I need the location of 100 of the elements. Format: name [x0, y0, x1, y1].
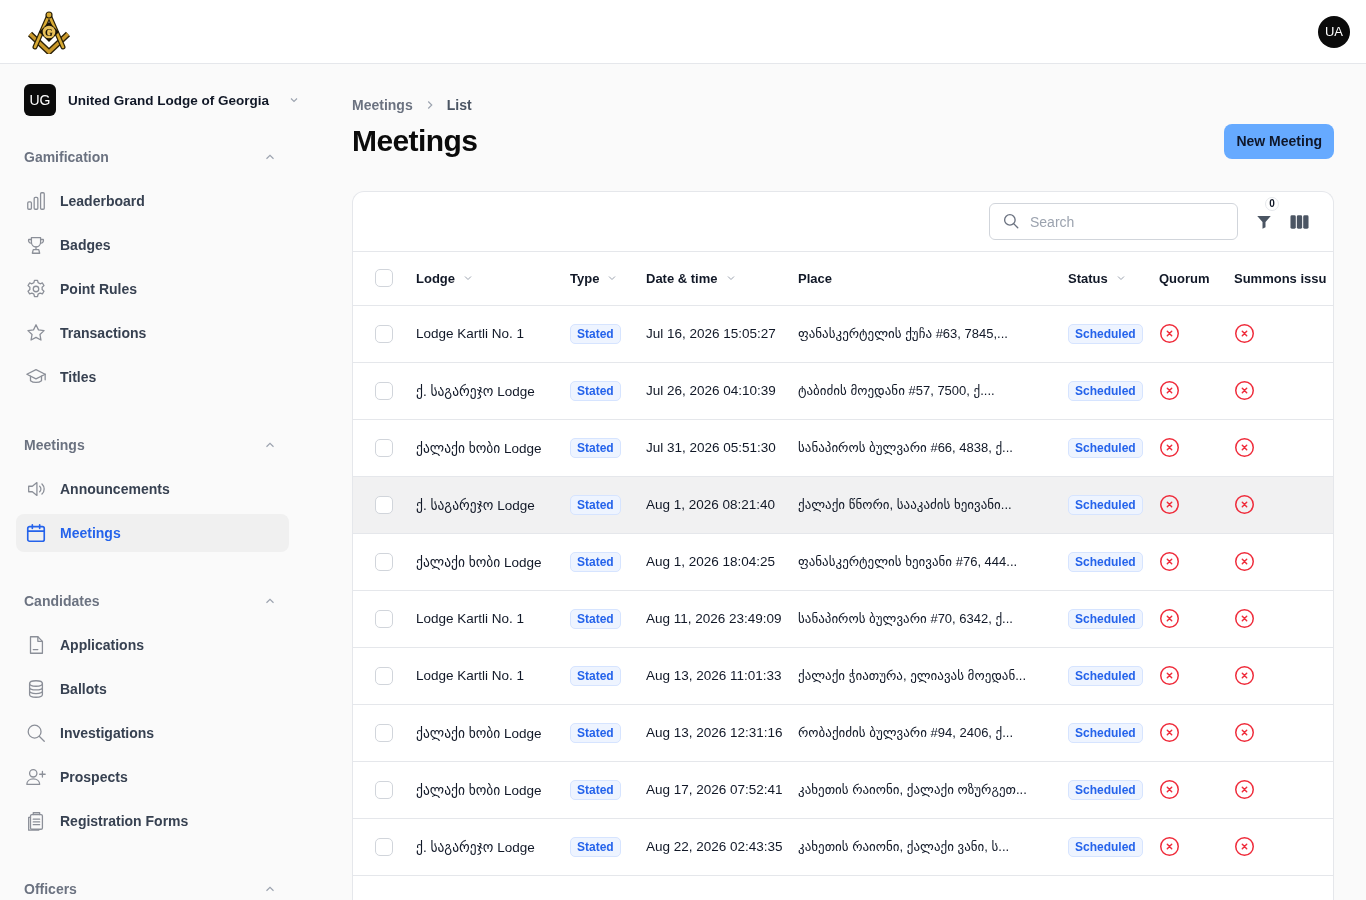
nav-item[interactable]: Ballots — [16, 670, 289, 708]
meeting-date-time: Jul 31, 2026 05:51:30 — [646, 440, 776, 455]
type-badge: Stated — [570, 437, 621, 458]
nav-item[interactable]: Leaderboard — [16, 182, 289, 220]
meeting-place: სანაპიროს ბულვარი #66, 4838, ქ... — [798, 440, 1013, 455]
nav-item[interactable]: Prospects — [16, 758, 289, 796]
magnifier-icon — [25, 722, 47, 744]
column-header[interactable]: Status — [1056, 252, 1147, 305]
type-badge: Stated — [570, 323, 621, 344]
search-field[interactable]: Search — [989, 203, 1238, 240]
table-row[interactable]: ქ. საგარეჯო Lodge Stated Aug 1, 2026 08:21:40 ქალაქი წნორი, სააკაძის ხეივანი... Scheduled — [353, 476, 1333, 533]
meeting-place: ფანასკერტელის ქუჩა #63, 7845,... — [798, 326, 1008, 341]
lodge-name: ქალაქი ხობი Lodge — [416, 553, 542, 570]
row-checkbox[interactable] — [375, 381, 393, 400]
table-row[interactable]: ქ. საგარეჯო Lodge Stated Aug 22, 2026 02:43:35 კახეთის რაიონი, ქალაქი ვანი, ს... Scheduled — [353, 818, 1333, 875]
lodge-name: Lodge Kartli No. 1 — [416, 611, 525, 626]
calendar-icon — [25, 522, 47, 544]
type-badge: Stated — [570, 779, 621, 800]
section-header[interactable]: Gamification — [16, 145, 289, 169]
new-meeting-button[interactable]: New Meeting — [1224, 123, 1334, 159]
lodge-name: ქ. საგარეჯო Lodge — [416, 838, 535, 855]
bar-chart-icon — [25, 190, 47, 212]
row-checkbox[interactable] — [375, 723, 393, 742]
select-all-checkbox[interactable] — [375, 269, 393, 288]
breadcrumb-link[interactable]: Meetings — [352, 97, 413, 113]
meeting-date-time: Aug 1, 2026 18:04:25 — [646, 554, 776, 569]
meeting-date-time: Jul 16, 2026 15:05:27 — [646, 326, 776, 341]
meeting-date-time: Aug 17, 2026 07:52:41 — [646, 782, 783, 797]
status-badge: Scheduled — [1068, 608, 1143, 629]
row-checkbox[interactable] — [375, 438, 393, 457]
nav-item[interactable]: Registration Forms — [16, 802, 289, 840]
breadcrumb-link[interactable]: List — [446, 97, 472, 113]
meeting-date-time: Aug 13, 2026 11:01:33 — [646, 668, 782, 683]
row-checkbox[interactable] — [375, 780, 393, 799]
meeting-date-time: Jul 26, 2026 04:10:39 — [646, 383, 776, 398]
row-checkbox[interactable] — [375, 495, 393, 514]
nav-item[interactable]: Applications — [16, 626, 289, 664]
column-header[interactable]: Type — [558, 252, 634, 305]
status-badge: Scheduled — [1068, 551, 1143, 572]
nav-item[interactable]: Announcements — [16, 470, 289, 508]
row-checkbox[interactable] — [375, 324, 393, 343]
nav-item[interactable]: Investigations — [16, 714, 289, 752]
table-row[interactable]: Lodge Kartli No. 1 Stated Aug 11, 2026 23:49:09 სანაპიროს ბულვარი #70, 6342, ქ... Scheduled — [353, 590, 1333, 647]
column-header[interactable]: Date & time — [634, 252, 786, 305]
nav-item[interactable]: Point Rules — [16, 270, 289, 308]
meeting-place: სანაპიროს ბულვარი #70, 6342, ქ... — [798, 611, 1013, 626]
table-row[interactable]: ქ. საგარეჯო Lodge Stated Jul 26, 2026 04:10:39 ტაბიძის მოედანი #57, 7500, ქ.... Scheduled — [353, 362, 1333, 419]
org-switcher[interactable]: UG United Grand Lodge of Georgia — [16, 84, 300, 116]
meeting-date-time: Aug 11, 2026 23:49:09 — [646, 611, 782, 626]
meeting-place: ქალაქი წნორი, სააკაძის ხეივანი... — [798, 497, 1012, 512]
column-header: Quorum — [1147, 252, 1222, 305]
status-badge: Scheduled — [1068, 437, 1143, 458]
table-row[interactable]: Lodge Kartli No. 1 Stated Aug 13, 2026 11:01:33 ქალაქი ჭიათურა, ელიავას მოედან... Scheduled — [353, 647, 1333, 704]
trophy-icon — [25, 234, 47, 256]
row-checkbox[interactable] — [375, 552, 393, 571]
type-badge: Stated — [570, 494, 621, 515]
section-header[interactable]: Meetings — [16, 433, 289, 457]
type-badge: Stated — [570, 722, 621, 743]
status-badge: Scheduled — [1068, 836, 1143, 857]
status-badge: Scheduled — [1068, 665, 1143, 686]
row-checkbox[interactable] — [375, 609, 393, 628]
columns-icon[interactable] — [1290, 213, 1309, 230]
nav-item[interactable]: Titles — [16, 358, 289, 396]
lodge-name: Lodge Kartli No. 1 — [416, 668, 525, 683]
user-plus-icon — [25, 766, 47, 788]
section-header[interactable]: Candidates — [16, 589, 289, 613]
nav-item[interactable]: Meetings — [16, 514, 289, 552]
section-header[interactable]: Officers — [16, 877, 289, 900]
table-row[interactable]: Lodge Kartli No. 1 Stated Jul 16, 2026 15:05:27 ფანასკერტელის ქუჩა #63, 7845,... Scheduled — [353, 305, 1333, 362]
meeting-place: კახეთის რაიონი, ქალაქი ვანი, ს... — [798, 839, 1010, 854]
nav-item[interactable]: Badges — [16, 226, 289, 264]
table-row[interactable]: ქალაქი ხობი Lodge Stated Aug 13, 2026 12:31:16 რობაქიძის ბულვარი #94, 2406, ქ... Scheduled — [353, 704, 1333, 761]
lodge-name: ქ. საგარეჯო Lodge — [416, 496, 535, 513]
type-badge: Stated — [570, 836, 621, 857]
org-avatar: UG — [24, 84, 56, 116]
star-icon — [25, 322, 47, 344]
table-row[interactable]: ქალაქი ხობი Lodge Stated Aug 17, 2026 07:52:41 კახეთის რაიონი, ქალაქი ოზურგეთ... Scheduled — [353, 761, 1333, 818]
user-avatar[interactable]: UA — [1318, 15, 1350, 48]
column-header: Place — [786, 252, 1056, 305]
gear-icon — [25, 278, 47, 300]
type-badge: Stated — [570, 380, 621, 401]
type-badge: Stated — [570, 665, 621, 686]
meeting-place: ფანასკერტელის ხეივანი #76, 444... — [798, 554, 1018, 569]
meeting-date-time: Aug 22, 2026 02:43:35 — [646, 839, 783, 854]
page-title: Meetings — [352, 124, 478, 158]
row-checkbox[interactable] — [375, 837, 393, 856]
nav-item[interactable]: Transactions — [16, 314, 289, 352]
lodge-name: ქალაქი ხობი Lodge — [416, 439, 542, 456]
meeting-date-time: Aug 13, 2026 12:31:16 — [646, 725, 783, 740]
type-badge: Stated — [570, 551, 621, 572]
search-icon — [1002, 212, 1020, 230]
lodge-name: ქალაქი ხობი Lodge — [416, 724, 542, 741]
table-row[interactable]: ქალაქი ხობი Lodge Stated Jul 31, 2026 05:51:30 სანაპიროს ბულვარი #66, 4838, ქ... Scheduled — [353, 419, 1333, 476]
column-header[interactable]: Lodge — [404, 252, 558, 305]
meeting-place: რობაქიძის ბულვარი #94, 2406, ქ... — [798, 725, 1014, 740]
table-row[interactable]: ქალაქი ხობი Lodge Stated Aug 1, 2026 18:04:25 ფანასკერტელის ხეივანი #76, 444... Scheduled — [353, 533, 1333, 590]
meeting-date-time: Aug 1, 2026 08:21:40 — [646, 497, 776, 512]
lodge-name: ქ. საგარეჯო Lodge — [416, 382, 535, 399]
status-badge: Scheduled — [1068, 494, 1143, 515]
row-checkbox[interactable] — [375, 666, 393, 685]
